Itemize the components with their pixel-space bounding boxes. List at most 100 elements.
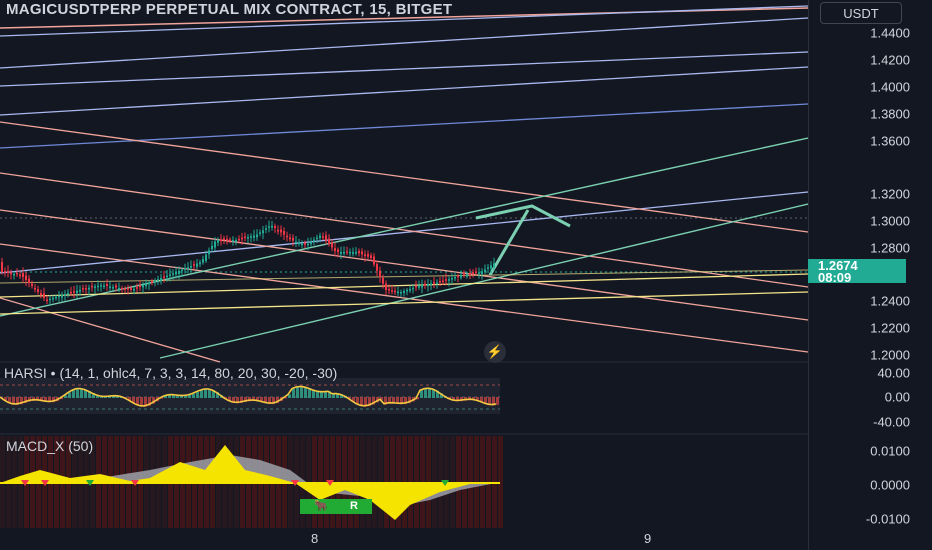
candle-body [202, 259, 204, 263]
candle-body [10, 272, 12, 275]
candle-body [448, 279, 450, 281]
candle-body [247, 237, 249, 239]
candle-body [424, 283, 426, 286]
candle-body [469, 273, 471, 275]
harsi-bar [424, 388, 427, 398]
price-tick: 1.3000 [870, 213, 910, 229]
candle-body [64, 293, 66, 296]
candle-body [163, 276, 165, 278]
candle-body [88, 287, 90, 290]
candle-body [103, 285, 105, 287]
candle-body [160, 278, 162, 281]
candle-body [313, 239, 315, 242]
candle-body [220, 239, 222, 242]
candle-body [178, 270, 180, 274]
candle-body [268, 226, 270, 228]
candle-body [295, 241, 297, 244]
candle-body [250, 236, 252, 238]
candle-body [85, 288, 87, 290]
candle-body [457, 275, 459, 278]
candle-body [184, 268, 186, 270]
candle-body [490, 265, 492, 269]
candle-body [25, 275, 27, 280]
candle-body [124, 288, 126, 290]
price-tick: 1.3600 [870, 133, 910, 149]
candle-body [409, 288, 411, 291]
candle-body [175, 272, 177, 275]
macd-legend[interactable]: MACD_X (50) [6, 438, 93, 454]
candlestick-series [1, 220, 495, 306]
price-tick: 1.3200 [870, 186, 910, 202]
signal-badge: 🐂 R [300, 499, 372, 514]
candle-body [49, 298, 51, 301]
candle-body [451, 278, 453, 280]
harsi-bar [68, 392, 71, 398]
harsi-bar [304, 386, 307, 398]
candle-body [403, 290, 405, 294]
candle-body [280, 229, 282, 233]
candle-body [193, 264, 195, 266]
currency-button[interactable]: USDT [820, 2, 902, 24]
candle-body [493, 263, 495, 268]
price-chart[interactable] [0, 0, 808, 550]
candle-body [478, 272, 480, 274]
candle-body [82, 287, 84, 290]
candle-body [316, 237, 318, 240]
harsi-legend[interactable]: HARSI • (14, 1, ohlc4, 7, 3, 3, 14, 80, … [4, 365, 337, 381]
candle-body [301, 243, 303, 246]
candle-body [40, 293, 42, 295]
candle-body [196, 263, 198, 267]
candle-body [367, 253, 369, 257]
candle-body [298, 242, 300, 245]
candle-body [277, 229, 279, 232]
harsi-bar [80, 388, 83, 398]
candle-body [412, 287, 414, 290]
candle-body [121, 287, 123, 290]
candle-body [445, 279, 447, 281]
candle-body [319, 235, 321, 238]
candle-body [46, 299, 48, 302]
symbol-title[interactable]: MAGICUSDTPERP PERPETUAL MIX CONTRACT, 15… [6, 1, 452, 18]
candle-body [43, 293, 45, 298]
candle-body [361, 251, 363, 255]
chart-area[interactable]: MAGICUSDTPERP PERPETUAL MIX CONTRACT, 15… [0, 0, 808, 550]
harsi-bar [76, 388, 79, 398]
harsi-tick: 0.00 [884, 389, 910, 405]
macd-tick: 0.0000 [870, 477, 910, 493]
candle-body [34, 287, 36, 290]
price-tick: 1.3800 [870, 106, 910, 122]
candle-body [157, 279, 159, 281]
salmon-line-4 [0, 243, 808, 353]
harsi-bar [200, 390, 203, 398]
candle-body [460, 275, 462, 278]
candle-body [340, 252, 342, 254]
last-price-label: 1.2674 08:09 [808, 259, 906, 284]
lightning-icon[interactable]: ⚡ [484, 341, 506, 363]
candle-body [307, 243, 309, 246]
candle-body [439, 280, 441, 283]
candle-body [28, 278, 30, 283]
candle-body [373, 256, 375, 265]
candle-body [352, 252, 354, 254]
candle-body [364, 254, 366, 257]
candle-body [52, 297, 54, 300]
bull-icon: 🐂 [314, 500, 328, 512]
candle-body [232, 240, 234, 242]
candle-body [436, 282, 438, 285]
fib-blue-line-3 [0, 51, 808, 87]
trend-green-lower [159, 203, 808, 359]
candle-body [31, 283, 33, 286]
candle-body [241, 237, 243, 240]
candle-body [406, 289, 408, 292]
macd-tick: -0.0100 [865, 511, 910, 527]
price-tick: 1.2400 [870, 293, 910, 309]
candle-body [382, 277, 384, 284]
harsi-bar [496, 397, 499, 405]
candle-body [16, 272, 18, 275]
candle-body [454, 277, 456, 279]
candle-body [100, 285, 102, 287]
candle-body [223, 238, 225, 240]
candle-body [427, 283, 429, 287]
harsi-bar [324, 391, 327, 398]
candle-body [19, 274, 21, 277]
